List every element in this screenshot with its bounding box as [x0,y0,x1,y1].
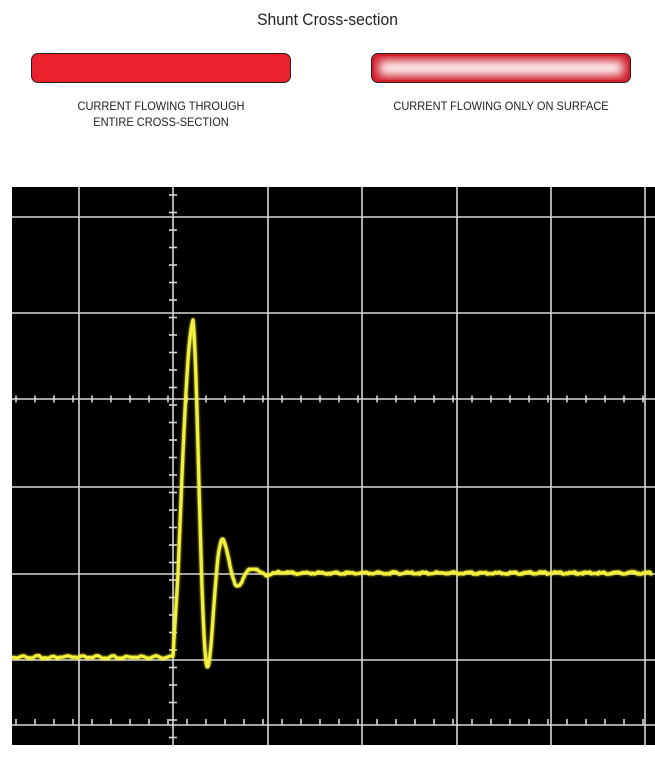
scope-waveform-trace [12,318,653,669]
caption-surface-line-1: CURRENT FLOWING ONLY ON SURFACE [393,99,609,113]
oscilloscope-graticule [12,187,655,745]
caption-full-line-2: ENTIRE CROSS-SECTION [93,115,229,129]
caption-full-line-1: CURRENT FLOWING THROUGH [77,99,245,113]
scope-grid [12,187,655,745]
caption-full-cross-section: CURRENT FLOWING THROUGH ENTIRE CROSS-SEC… [41,98,280,130]
caption-surface-only: CURRENT FLOWING ONLY ON SURFACE [368,98,635,114]
oscilloscope-screen [12,187,655,745]
shunt-surface-only [371,53,631,83]
shunt-full-cross-section [31,53,291,83]
diagram-title: Shunt Cross-section [257,10,398,29]
